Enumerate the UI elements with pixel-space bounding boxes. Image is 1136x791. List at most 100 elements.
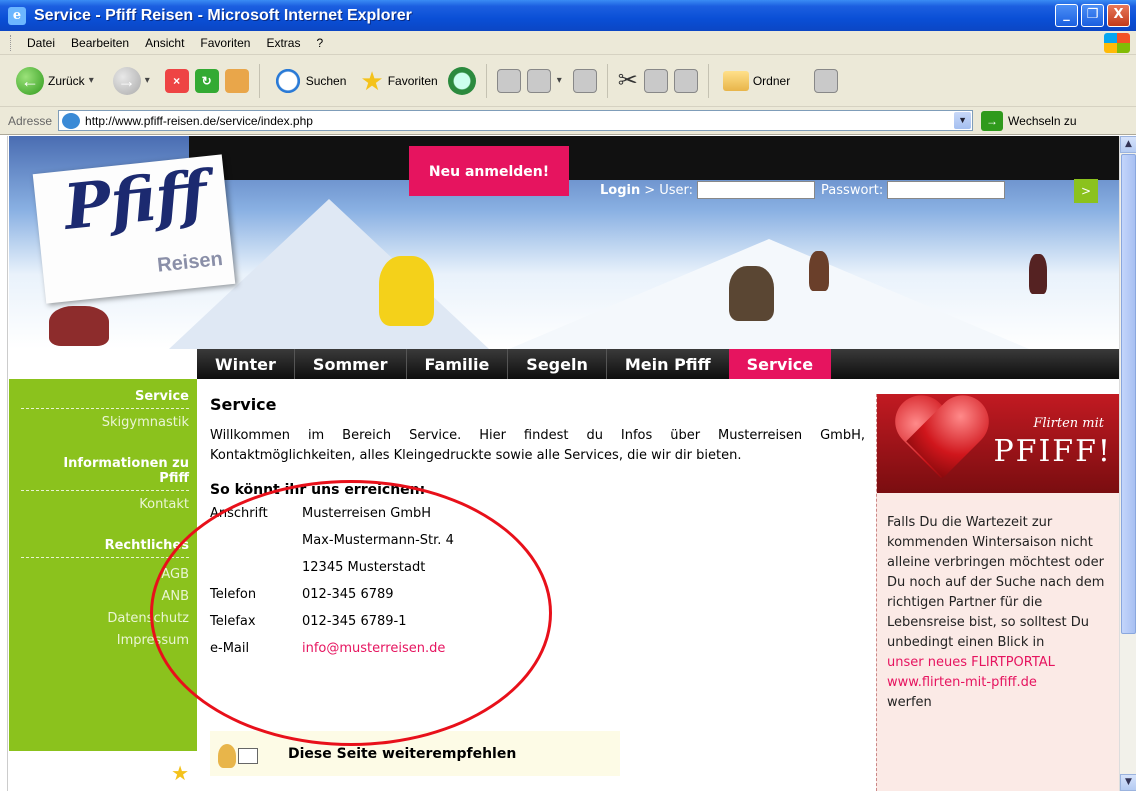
history-icon[interactable] — [447, 66, 476, 95]
refresh-icon[interactable]: ↻ — [194, 68, 219, 93]
preview-icon[interactable] — [572, 68, 597, 93]
password-input[interactable] — [887, 181, 1006, 199]
contact-key: Telefon — [210, 587, 257, 602]
menu-grip — [10, 34, 13, 51]
vertical-scrollbar[interactable]: ▲ ▼ — [1119, 136, 1136, 791]
flirt-promo-box: Flirten mit PFIFF! Falls Du die Wartezei… — [876, 394, 1120, 791]
nav-service[interactable]: Service — [728, 349, 832, 379]
favorites-label: Favoriten — [387, 73, 438, 88]
promo-text: Falls Du die Wartezeit zur kommenden Win… — [887, 515, 1105, 650]
pfiff-logo[interactable]: Pfiff Reisen — [32, 154, 236, 304]
intro-text: Willkommen im Bereich Service. Hier find… — [210, 428, 865, 463]
main-navigation: Winter Sommer Familie Segeln Mein Pfiff … — [197, 349, 1119, 379]
print-icon[interactable] — [496, 68, 521, 93]
menu-datei[interactable]: Datei — [19, 34, 63, 52]
nav-mein-pfiff[interactable]: Mein Pfiff — [605, 349, 729, 379]
contact-row: 12345 Musterstadt — [210, 554, 865, 581]
menu-extras[interactable]: Extras — [258, 34, 308, 52]
copy-icon[interactable] — [643, 68, 668, 93]
word-icon[interactable] — [526, 68, 551, 93]
logo-subtitle: Reisen — [156, 247, 224, 277]
header-dark-strip — [189, 136, 1119, 180]
close-button[interactable]: X — [1107, 4, 1130, 27]
register-button[interactable]: Neu anmelden! — [409, 146, 569, 196]
sidebar-item-anb[interactable]: ANB — [9, 586, 197, 608]
go-button[interactable]: Wechseln zu — [1008, 114, 1076, 128]
back-arrow-icon: ← — [16, 66, 44, 95]
email-link[interactable]: info@musterreisen.de — [302, 635, 445, 662]
menu-bearbeiten[interactable]: Bearbeiten — [63, 34, 137, 52]
menu-ansicht[interactable]: Ansicht — [137, 34, 192, 52]
flirt-brand: PFIFF! — [993, 434, 1112, 469]
recommend-page-button[interactable]: Diese Seite weiterempfehlen — [210, 731, 620, 776]
flirt-tagline: Flirten mit — [1033, 416, 1104, 431]
skier-graphic — [49, 306, 109, 346]
user-label: > User: — [644, 182, 694, 198]
menu-help[interactable]: ? — [308, 34, 331, 52]
scroll-thumb[interactable] — [1121, 154, 1136, 634]
sidebar-heading-service: Service — [134, 389, 189, 404]
page-icon — [62, 112, 81, 129]
sidebar-item-agb[interactable]: AGB — [9, 564, 197, 586]
maximize-button[interactable]: ❐ — [1081, 4, 1104, 27]
nav-winter[interactable]: Winter — [197, 349, 294, 379]
favorites-button[interactable]: ★ Favoriten — [356, 66, 441, 96]
contact-heading: So könnt ihr uns erreichen: — [210, 482, 426, 498]
flirtportal-link[interactable]: unser neues FLIRTPORTAL — [887, 655, 1055, 670]
scroll-down-icon[interactable]: ▼ — [1120, 774, 1136, 791]
flirt-url-link[interactable]: www.flirten-mit-pfiff.de — [887, 675, 1037, 690]
user-input[interactable] — [697, 181, 816, 199]
search-button[interactable]: Suchen — [270, 65, 351, 97]
folders-button[interactable]: Ordner — [719, 69, 794, 93]
minimize-button[interactable]: _ — [1055, 4, 1078, 27]
home-icon[interactable] — [224, 68, 249, 93]
contact-value: 012-345 6789 — [302, 587, 394, 602]
contact-value: Max-Mustermann-Str. 4 — [302, 533, 454, 548]
login-submit-button[interactable]: > — [1074, 179, 1098, 203]
nav-segeln[interactable]: Segeln — [507, 349, 606, 379]
windows-logo-icon — [1104, 33, 1130, 53]
sidebar-item-impressum[interactable]: Impressum — [9, 630, 197, 652]
forward-arrow-icon: → — [112, 66, 141, 95]
window-icon[interactable] — [814, 68, 839, 93]
sidebar-item-kontakt[interactable]: Kontakt — [9, 497, 197, 512]
heart-icon — [891, 398, 991, 488]
back-label: Zurück — [48, 73, 85, 88]
nav-sommer[interactable]: Sommer — [293, 349, 406, 379]
scroll-up-icon[interactable]: ▲ — [1120, 136, 1136, 153]
login-form: Login > User: Passwort: — [600, 181, 1006, 199]
forward-button[interactable]: → ▾ — [109, 65, 159, 97]
logo-script: Pfiff — [60, 156, 211, 244]
skier-graphic — [379, 256, 434, 326]
contact-value: Musterreisen GmbH — [302, 506, 432, 521]
back-button[interactable]: ← Zurück ▾ — [12, 65, 103, 97]
cut-icon[interactable]: ✂ — [618, 68, 638, 93]
star-icon: ★ — [171, 761, 189, 785]
sidebar-item-datenschutz[interactable]: Datenschutz — [9, 608, 197, 630]
left-sidebar: Service Skigymnastik Informationen zu Pf… — [9, 379, 197, 751]
menu-bar: Datei Bearbeiten Ansicht Favoriten Extra… — [0, 31, 1136, 55]
skier-graphic — [1029, 254, 1047, 294]
recommend-icon — [218, 740, 260, 768]
password-label: Passwort: — [821, 182, 884, 198]
dropdown-arrow-icon[interactable]: ▾ — [557, 75, 567, 86]
address-input[interactable]: http://www.pfiff-reisen.de/service/index… — [58, 110, 974, 131]
favorites-star-icon: ★ — [360, 65, 384, 96]
paste-icon[interactable] — [673, 68, 698, 93]
address-dropdown-icon[interactable]: ▼ — [954, 112, 972, 129]
go-arrow-icon[interactable]: → — [981, 110, 1004, 131]
toolbar-separator — [707, 63, 709, 98]
search-icon — [273, 66, 302, 95]
promo-text-block: Falls Du die Wartezeit zur kommenden Win… — [877, 493, 1119, 713]
nav-familie[interactable]: Familie — [405, 349, 508, 379]
stop-icon[interactable]: × — [164, 68, 189, 93]
dropdown-arrow-icon: ▾ — [88, 75, 94, 86]
sidebar-item-skigymnastik[interactable]: Skigymnastik — [9, 415, 197, 430]
dropdown-arrow-icon: ▾ — [144, 75, 150, 86]
menu-favoriten[interactable]: Favoriten — [192, 34, 258, 52]
sidebar-footer: ★ — [9, 751, 197, 791]
sidebar-divider — [21, 490, 189, 491]
contact-row: Max-Mustermann-Str. 4 — [210, 527, 865, 554]
flirt-banner[interactable]: Flirten mit PFIFF! — [877, 394, 1120, 493]
contact-key: Telefax — [210, 614, 256, 629]
